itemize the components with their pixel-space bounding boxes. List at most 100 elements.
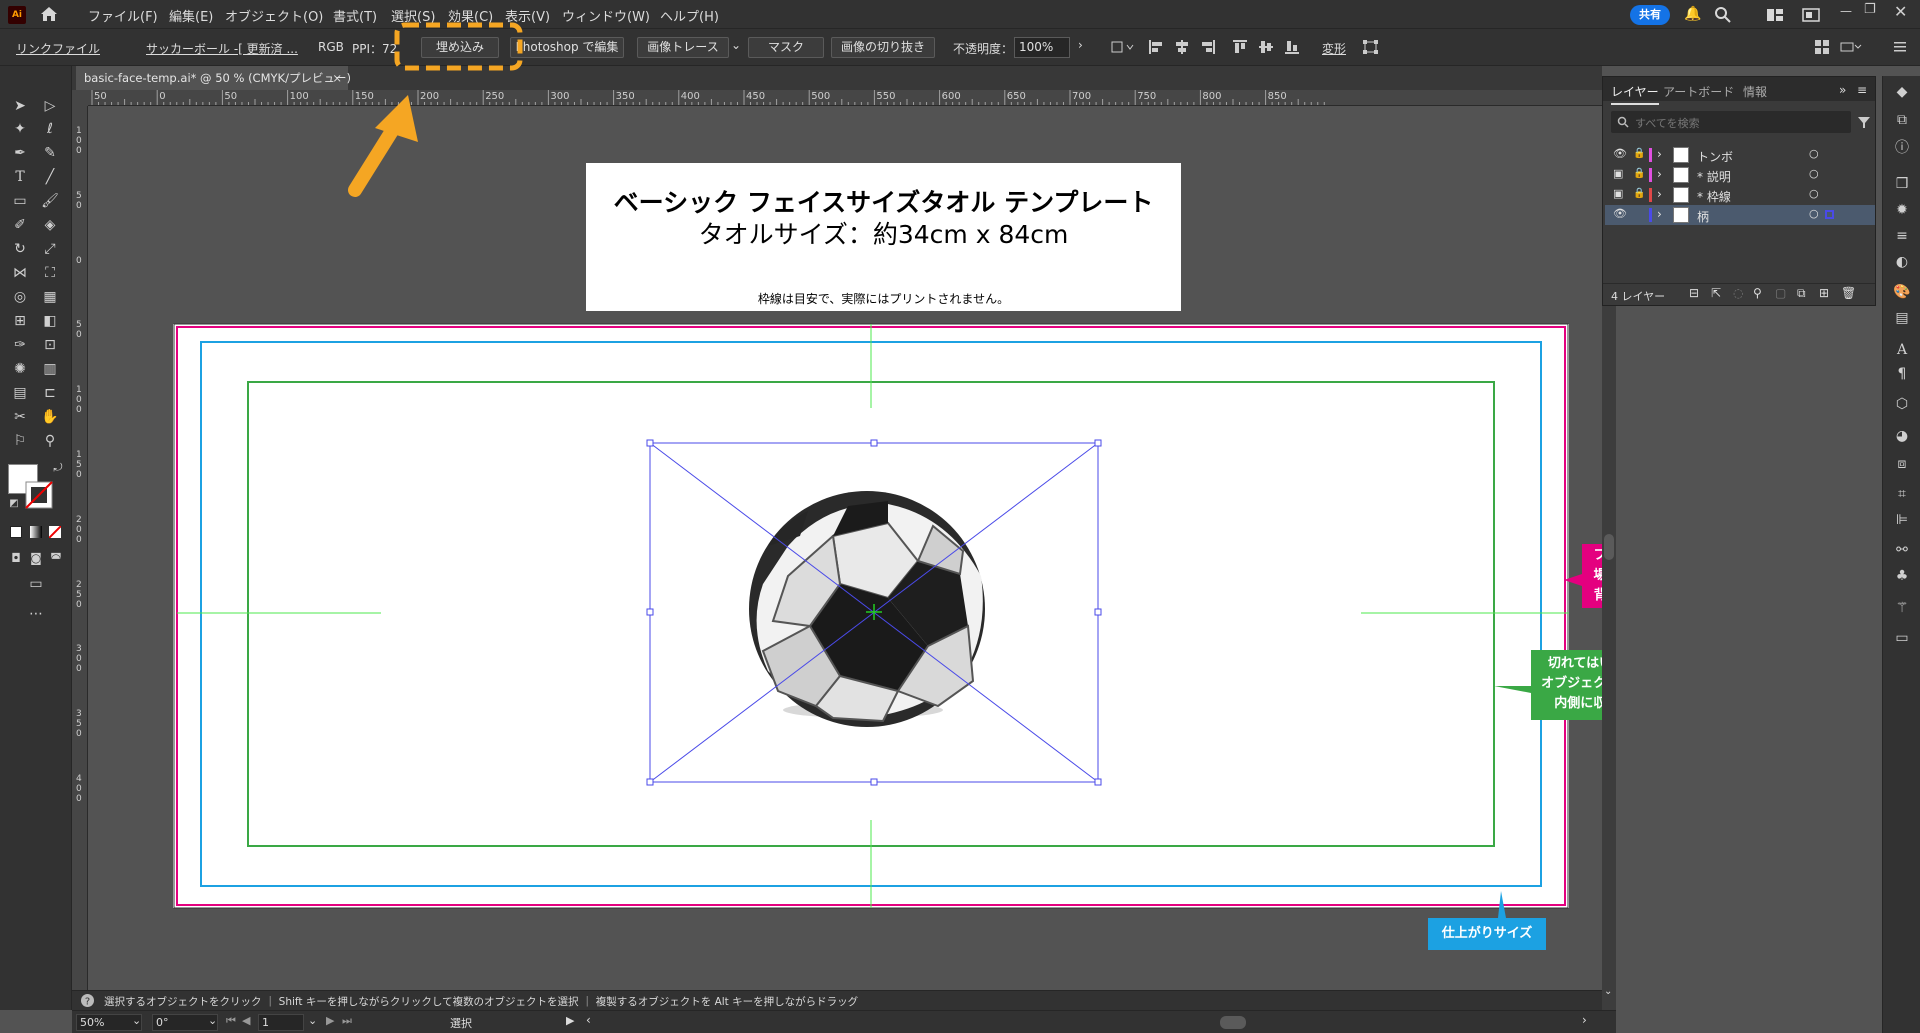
- paintbrush-tool-icon[interactable]: 🖌: [40, 191, 60, 211]
- rotate-tool-icon[interactable]: ↻: [10, 239, 30, 259]
- arrange-documents-icon[interactable]: [1802, 8, 1820, 22]
- print-tiling-tool-icon[interactable]: ⚐: [10, 431, 30, 451]
- menu-edit[interactable]: 編集(E): [169, 6, 213, 25]
- menu-type[interactable]: 書式(T): [333, 6, 377, 25]
- panel-menu-icon[interactable]: ≡: [1857, 83, 1867, 97]
- vertical-ruler[interactable]: 1 0 0 5 0 0 5 0 1 0 0 1 5 0 2 0 0 2 5 0 3 0 0 3 5…: [72, 106, 88, 990]
- menu-effect[interactable]: 効果(C): [448, 6, 493, 25]
- filter-icon[interactable]: [1857, 115, 1871, 129]
- rectangle-tool-icon[interactable]: ▭: [10, 191, 30, 211]
- align-top-icon[interactable]: [1232, 39, 1248, 55]
- image-trace-button[interactable]: 画像トレース: [637, 37, 729, 58]
- link-file-link[interactable]: リンクファイル: [16, 40, 100, 57]
- tab-info[interactable]: 情報: [1743, 83, 1767, 100]
- opacity-input[interactable]: 100%: [1014, 37, 1070, 58]
- visibility-box-icon[interactable]: ▣: [1613, 167, 1623, 180]
- image-trace-dropdown-icon[interactable]: ⌄: [731, 38, 741, 52]
- stroke-dock-icon[interactable]: ≡: [1892, 226, 1912, 246]
- tab-artboards[interactable]: アートボード: [1663, 83, 1734, 100]
- layer-row-frame[interactable]: ▣ 🔒 › * 枠線 ○: [1605, 185, 1875, 205]
- last-artboard-icon[interactable]: ⏭: [342, 1014, 352, 1028]
- zoom-tool-icon[interactable]: ⚲: [40, 431, 60, 451]
- rotation-dropdown-icon[interactable]: ⌄: [208, 1014, 217, 1027]
- restore-icon[interactable]: ❐: [1864, 2, 1876, 17]
- align-left-icon[interactable]: [1148, 39, 1164, 55]
- layers-dock-icon[interactable]: ◆: [1892, 82, 1912, 102]
- menu-view[interactable]: 表示(V): [505, 6, 550, 25]
- align-bottom-icon[interactable]: [1284, 39, 1300, 55]
- align-center-icon[interactable]: [1174, 39, 1190, 55]
- edit-toolbar-icon[interactable]: ⋯: [26, 604, 46, 624]
- new-sublayer-icon[interactable]: ⧉: [1797, 286, 1806, 301]
- lasso-tool-icon[interactable]: ℓ: [40, 119, 60, 139]
- export-icon[interactable]: ⇱: [1711, 286, 1721, 300]
- visibility-box-icon[interactable]: ▣: [1613, 187, 1623, 200]
- gradient-tool-icon[interactable]: ◧: [40, 311, 60, 331]
- expand-chevron-icon[interactable]: ›: [1657, 187, 1662, 201]
- target-circle-icon[interactable]: ○: [1809, 147, 1819, 160]
- artboards-dock-icon[interactable]: ⧉: [1892, 110, 1912, 130]
- target-circle-icon[interactable]: ○: [1809, 187, 1819, 200]
- default-colors-icon[interactable]: ◩: [4, 494, 24, 514]
- magic-wand-tool-icon[interactable]: ✦: [10, 119, 30, 139]
- delete-layer-icon[interactable]: 🗑: [1841, 286, 1856, 300]
- transform-link[interactable]: 変形: [1322, 40, 1346, 57]
- menu-help[interactable]: ヘルプ(H): [660, 6, 719, 25]
- control-menu-icon[interactable]: [1892, 39, 1908, 55]
- eyedropper-tool-icon[interactable]: ✑: [10, 335, 30, 355]
- paragraph-dock-icon[interactable]: ¶: [1892, 364, 1912, 384]
- tab-close-icon[interactable]: ×: [332, 66, 342, 90]
- align-dock-icon[interactable]: ⊫: [1892, 510, 1912, 530]
- layer-name[interactable]: 柄: [1697, 208, 1709, 225]
- lock-icon[interactable]: 🔒: [1633, 148, 1645, 159]
- graphic-styles-dock-icon[interactable]: ◕: [1892, 426, 1912, 446]
- share-button[interactable]: 共有: [1630, 5, 1670, 25]
- menu-select[interactable]: 選択(S): [391, 6, 435, 25]
- search-icon[interactable]: [1714, 6, 1732, 24]
- bell-icon[interactable]: 🔔: [1684, 6, 1701, 22]
- artboard-tool-icon[interactable]: ⊏: [40, 383, 60, 403]
- menu-object[interactable]: オブジェクト(O): [225, 6, 323, 25]
- soccer-ball-image[interactable]: [749, 491, 985, 727]
- scroll-left-icon[interactable]: ‹: [586, 1013, 591, 1027]
- selected-art-indicator[interactable]: [1825, 210, 1834, 219]
- menu-window[interactable]: ウィンドウ(W): [562, 6, 650, 25]
- expand-chevron-icon[interactable]: ›: [1657, 207, 1662, 221]
- workspace-icon[interactable]: [1766, 8, 1784, 22]
- color-mode-icon[interactable]: [10, 526, 22, 538]
- layer-row-pattern[interactable]: 👁 › 柄 ○: [1605, 205, 1875, 225]
- file-name-link[interactable]: サッカーボール -[ 更新済 ...: [146, 40, 298, 57]
- visibility-eye-icon[interactable]: 👁: [1613, 147, 1627, 160]
- draw-normal-icon[interactable]: ◘: [6, 548, 26, 568]
- prev-artboard-icon[interactable]: ◀: [242, 1014, 250, 1027]
- mask-button[interactable]: マスク: [748, 37, 824, 58]
- scroll-down-icon[interactable]: ⌄: [1604, 986, 1612, 997]
- swap-fill-stroke-icon[interactable]: ⤾: [48, 458, 68, 478]
- crop-image-button[interactable]: 画像の切り抜き: [831, 37, 935, 58]
- free-transform-tool-icon[interactable]: ⛶: [40, 263, 60, 283]
- align-right-icon[interactable]: [1200, 39, 1216, 55]
- expand-chevron-icon[interactable]: ›: [1657, 147, 1662, 161]
- embed-button[interactable]: 埋め込み: [421, 37, 499, 58]
- tab-layers[interactable]: レイヤー: [1611, 83, 1659, 105]
- mesh-tool-icon[interactable]: ⊞: [10, 311, 30, 331]
- shaper-tool-icon[interactable]: ✐: [10, 215, 30, 235]
- visibility-eye-icon[interactable]: 👁: [1613, 207, 1627, 220]
- layer-search-box[interactable]: すべてを検索: [1611, 111, 1851, 133]
- selection-tool-icon[interactable]: ➤: [10, 96, 30, 116]
- none-mode-icon[interactable]: [49, 526, 61, 538]
- libraries-dock-icon[interactable]: ❒: [1892, 174, 1912, 194]
- symbols-dock-icon[interactable]: ♣: [1892, 566, 1912, 586]
- blend-tool-icon[interactable]: ⊡: [40, 335, 60, 355]
- close-icon[interactable]: ✕: [1894, 2, 1907, 21]
- slice-tool-icon[interactable]: ✂: [10, 407, 30, 427]
- layer-row-tombo[interactable]: 👁 🔒 › トンボ ○: [1605, 145, 1875, 165]
- line-tool-icon[interactable]: ╱: [40, 167, 60, 187]
- panel-collapse-icon[interactable]: »: [1839, 83, 1846, 97]
- screen-mode-icon[interactable]: ▭: [26, 574, 46, 594]
- collect-export-icon[interactable]: ⊟: [1689, 286, 1699, 300]
- panel-arrange-icon[interactable]: [1814, 39, 1830, 55]
- pen-tool-icon[interactable]: ✒: [10, 143, 30, 163]
- curvature-tool-icon[interactable]: ✎: [40, 143, 60, 163]
- photoshop-edit-button[interactable]: Photoshop で編集: [510, 37, 624, 58]
